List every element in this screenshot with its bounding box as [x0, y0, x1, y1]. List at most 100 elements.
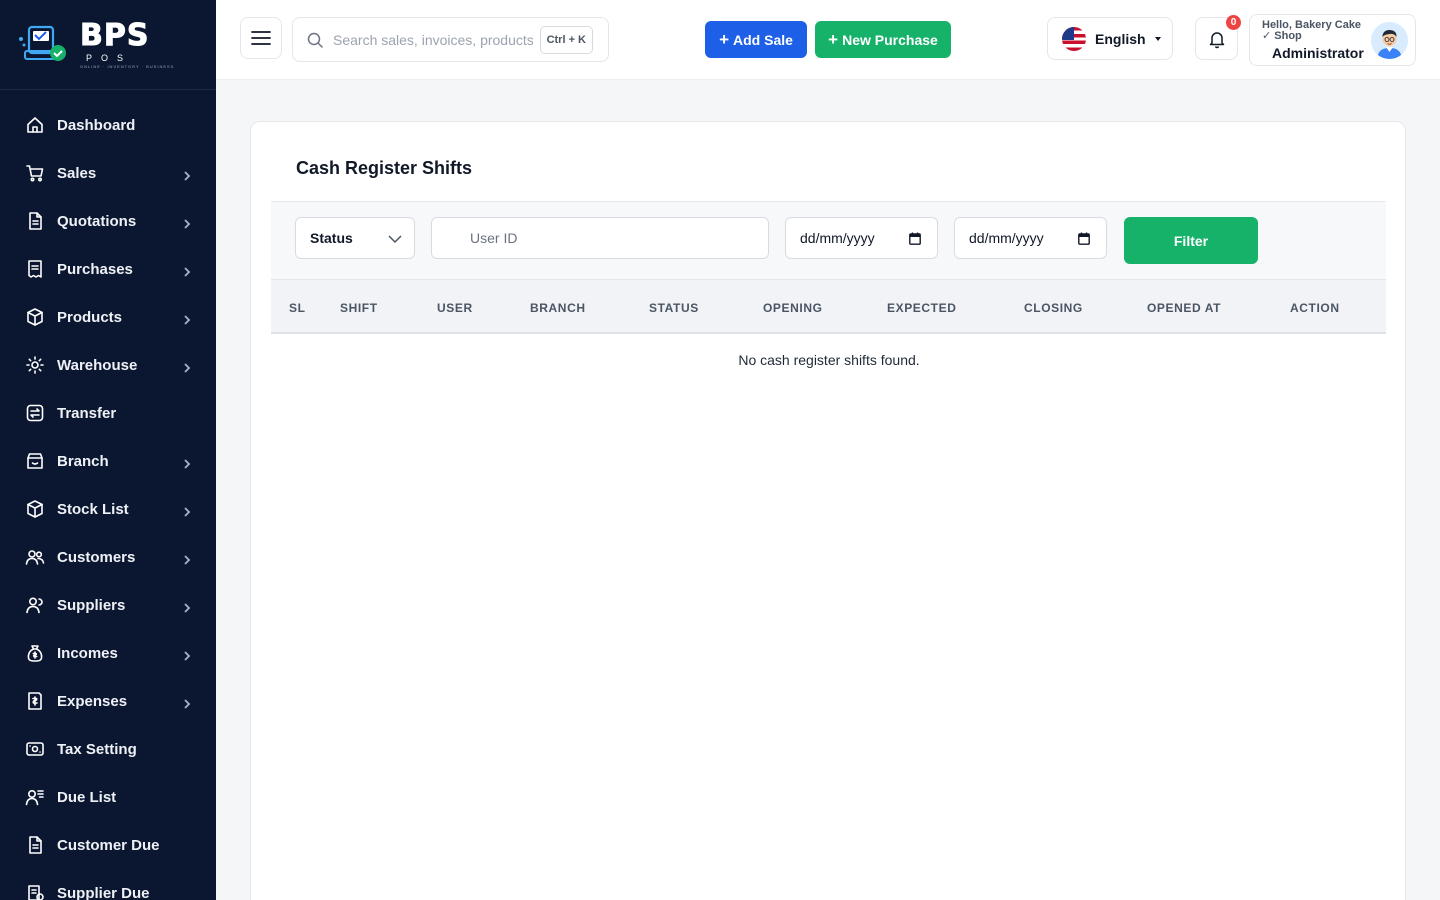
calendar-icon[interactable]: [909, 232, 921, 245]
sidebar-item-incomes[interactable]: Incomes: [0, 629, 216, 677]
new-purchase-button[interactable]: + New Purchase: [815, 21, 951, 58]
supplier-icon: [25, 595, 45, 615]
home-icon: [25, 115, 45, 135]
status-select[interactable]: Status: [295, 217, 415, 259]
column-header-opening[interactable]: OPENING: [763, 301, 823, 315]
search-icon: [307, 32, 323, 48]
expense-icon: [25, 691, 45, 711]
tax-icon: [25, 739, 45, 759]
date-to-input[interactable]: dd/mm/yyyy: [954, 217, 1107, 259]
supplier-due-icon: [25, 883, 45, 900]
sidebar-item-purchases[interactable]: Purchases: [0, 245, 216, 293]
sidebar-item-label: Expenses: [57, 692, 128, 710]
due-list-icon: [25, 787, 45, 807]
search-shortcut-hint: Ctrl + K: [539, 26, 593, 54]
date-from-input[interactable]: dd/mm/yyyy: [785, 217, 938, 259]
column-header-sl[interactable]: SL: [289, 301, 306, 315]
sidebar-item-label: Products: [57, 308, 123, 326]
sidebar-item-products[interactable]: Products: [0, 293, 216, 341]
sidebar-item-label: Warehouse: [57, 356, 138, 374]
sidebar-item-label: Due List: [57, 788, 117, 806]
user-greeting: Hello, Bakery Cake ✓ Shop: [1262, 19, 1362, 42]
sidebar-item-label: Customer Due: [57, 836, 160, 854]
chevron-right-icon: [182, 504, 192, 517]
notifications-button[interactable]: 0: [1195, 15, 1241, 60]
column-header-status[interactable]: STATUS: [649, 301, 699, 315]
sidebar-item-expenses[interactable]: Expenses: [0, 677, 216, 725]
chevron-right-icon: [182, 696, 192, 709]
brand-sub: POS: [86, 52, 133, 63]
plus-icon: +: [719, 29, 730, 49]
language-selector[interactable]: English: [1047, 17, 1173, 60]
chevron-down-icon: [388, 235, 402, 244]
brand-name: BPS: [79, 17, 150, 53]
sidebar-item-dashboard[interactable]: Dashboard: [0, 101, 216, 149]
sidebar-item-label: Branch: [57, 452, 109, 470]
date-to-placeholder: dd/mm/yyyy: [969, 230, 1044, 246]
column-header-branch[interactable]: BRANCH: [530, 301, 586, 315]
pos-terminal-logo-icon: [18, 23, 70, 67]
receipt-icon: [25, 259, 45, 279]
page-title: Cash Register Shifts: [296, 158, 473, 178]
sidebar-item-customers[interactable]: Customers: [0, 533, 216, 581]
sidebar-item-customer-due[interactable]: Customer Due: [0, 821, 216, 869]
sidebar-item-tax-setting[interactable]: Tax Setting: [0, 725, 216, 773]
cash-register-shifts-card: Cash Register Shifts Status dd/mm/yyyy d…: [250, 121, 1406, 900]
users-icon: [25, 547, 45, 567]
notification-count-badge: 0: [1226, 15, 1241, 30]
box-icon: [25, 307, 45, 327]
sidebar-item-sales[interactable]: Sales: [0, 149, 216, 197]
money-bag-icon: [25, 643, 45, 663]
calendar-icon[interactable]: [1078, 232, 1090, 245]
sidebar-item-stock-list[interactable]: Stock List: [0, 485, 216, 533]
search-input[interactable]: [333, 31, 533, 48]
chevron-right-icon: [182, 168, 192, 181]
sidebar-item-label: Dashboard: [57, 116, 136, 134]
column-header-expected[interactable]: EXPECTED: [887, 301, 956, 315]
store-icon: [25, 451, 45, 471]
sidebar-item-transfer[interactable]: Transfer: [0, 389, 216, 437]
gear-box-icon: [25, 355, 45, 375]
transfer-icon: [25, 403, 45, 423]
sidebar-item-label: Incomes: [57, 644, 118, 662]
document-icon: [25, 211, 45, 231]
bell-icon: [1209, 31, 1224, 48]
column-header-closing[interactable]: CLOSING: [1024, 301, 1083, 315]
chevron-right-icon: [182, 216, 192, 229]
column-header-shift[interactable]: SHIFT: [340, 301, 378, 315]
sidebar-item-suppliers[interactable]: Suppliers: [0, 581, 216, 629]
sidebar-nav: Dashboard Sales Quotations Purchases Product…: [0, 90, 216, 900]
status-select-value: Status: [310, 230, 353, 246]
chevron-right-icon: [182, 648, 192, 661]
chevron-right-icon: [182, 456, 192, 469]
brand-logo[interactable]: BPS POS ONLINE · INVENTORY · BUSINESS: [0, 0, 216, 90]
sidebar-item-due-list[interactable]: Due List: [0, 773, 216, 821]
new-purchase-label: New Purchase: [842, 31, 938, 48]
column-header-opened-at[interactable]: OPENED AT: [1147, 301, 1221, 315]
user-role: Administrator: [1272, 45, 1364, 61]
sidebar-item-label: Tax Setting: [57, 740, 137, 758]
chevron-right-icon: [182, 264, 192, 277]
column-header-user[interactable]: USER: [437, 301, 473, 315]
global-search: Ctrl + K: [292, 17, 609, 62]
menu-toggle-button[interactable]: [240, 17, 282, 59]
customer-due-icon: [25, 835, 45, 855]
sidebar: BPS POS ONLINE · INVENTORY · BUSINESS Da…: [0, 0, 216, 900]
table-header: SL SHIFT USER BRANCH STATUS OPENING EXPE…: [271, 279, 1386, 334]
brand-tagline: ONLINE · INVENTORY · BUSINESS: [80, 63, 175, 69]
cart-icon: [25, 163, 45, 183]
sidebar-item-branch[interactable]: Branch: [0, 437, 216, 485]
sidebar-item-quotations[interactable]: Quotations: [0, 197, 216, 245]
sidebar-item-label: Customers: [57, 548, 136, 566]
chevron-right-icon: [182, 552, 192, 565]
sidebar-item-warehouse[interactable]: Warehouse: [0, 341, 216, 389]
filter-button[interactable]: Filter: [1124, 217, 1258, 264]
sidebar-item-supplier-due[interactable]: Supplier Due: [0, 869, 216, 900]
add-sale-button[interactable]: + Add Sale: [705, 21, 807, 58]
empty-table-message: No cash register shifts found.: [738, 352, 920, 368]
user-id-input[interactable]: [431, 217, 769, 259]
hamburger-icon: [251, 31, 271, 45]
chevron-right-icon: [182, 312, 192, 325]
sidebar-item-label: Quotations: [57, 212, 137, 230]
user-profile-menu[interactable]: Hello, Bakery Cake ✓ Shop Administrator: [1249, 14, 1416, 66]
